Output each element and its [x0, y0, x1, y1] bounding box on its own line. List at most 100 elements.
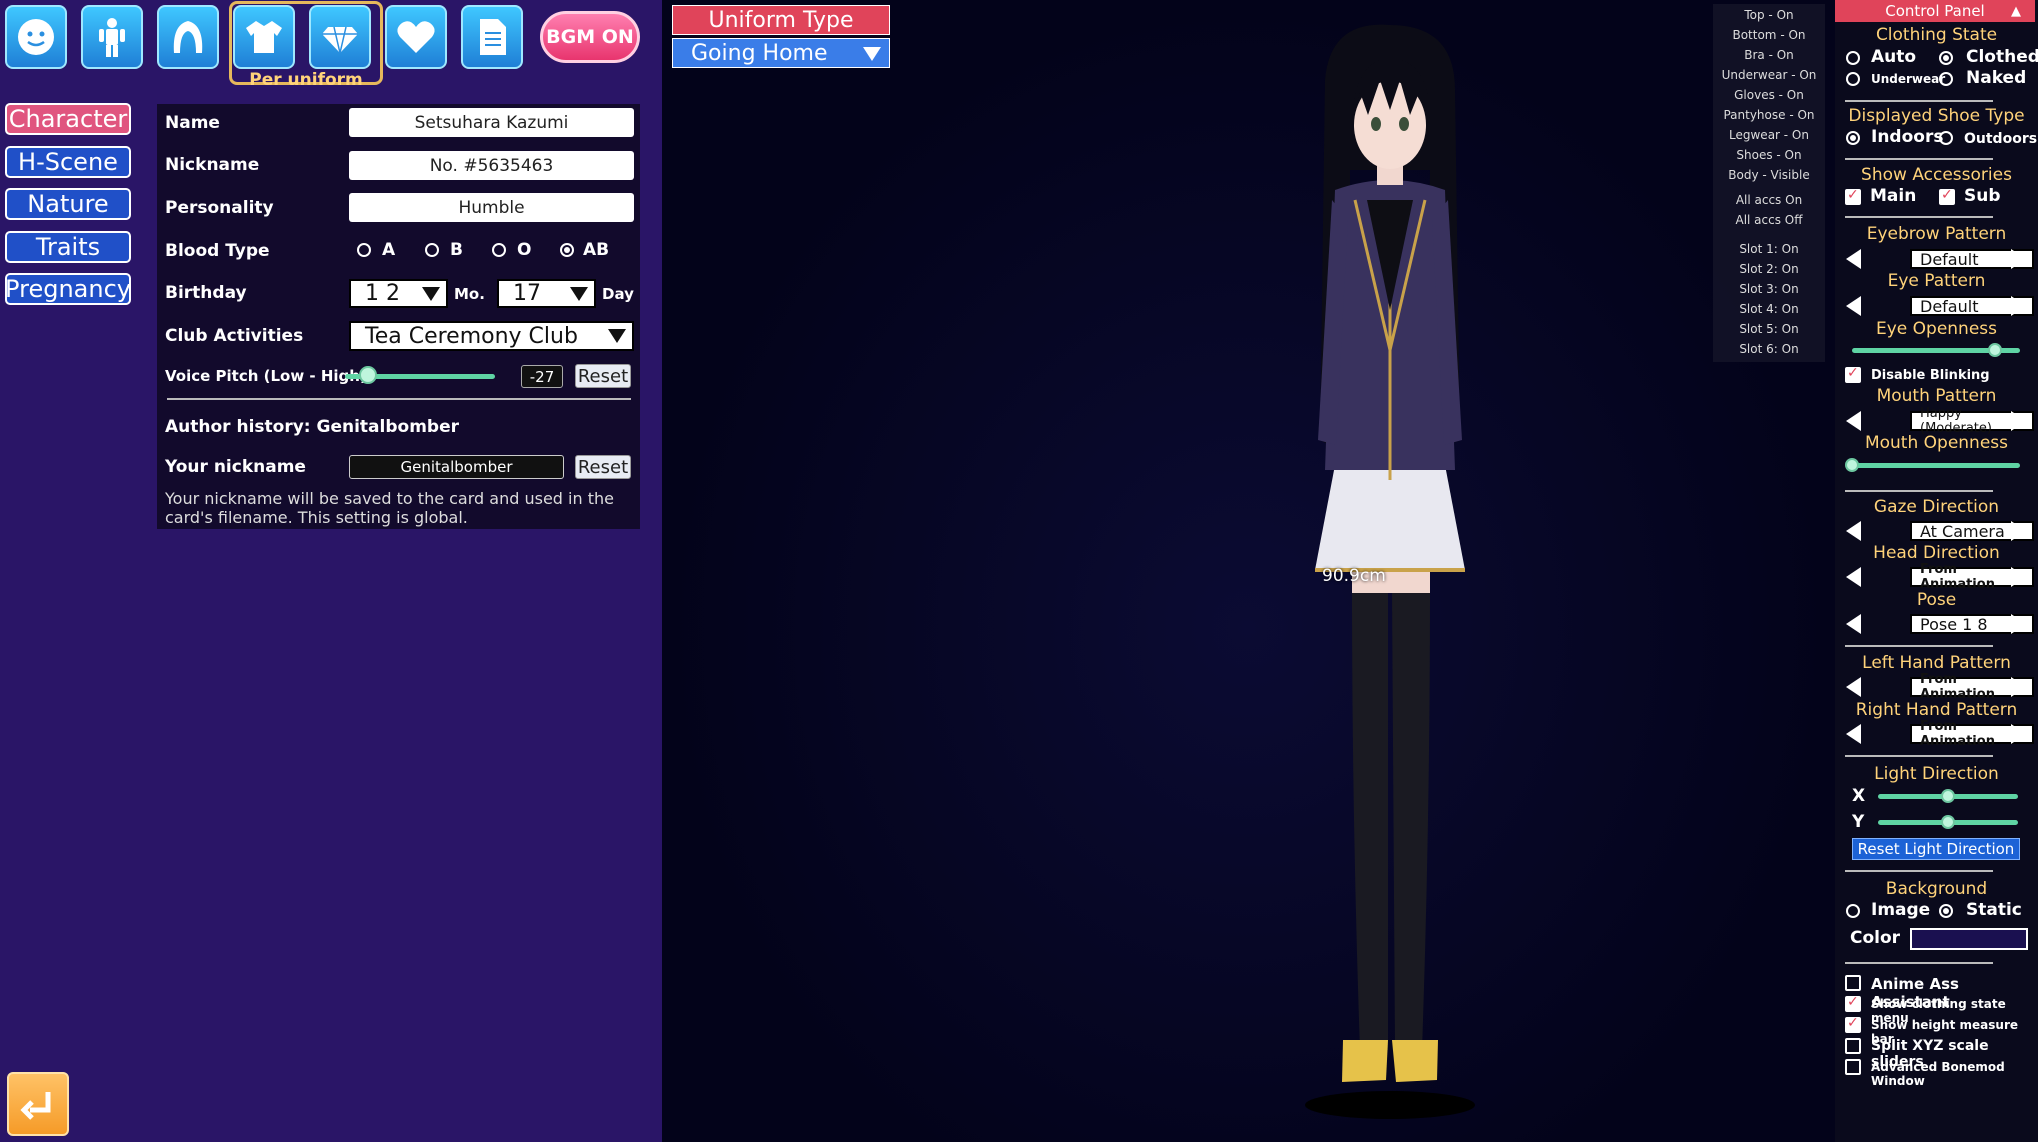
voice-pitch-knob[interactable]: [358, 366, 377, 384]
eye-pattern-title: Eye Pattern: [1887, 271, 1986, 291]
shoe-radio-indoors[interactable]: [1846, 131, 1860, 145]
control-panel-header[interactable]: Control Panel ▲: [1835, 0, 2035, 22]
slot-3[interactable]: Slot 3: On: [1713, 282, 1825, 296]
blood-label-a: A: [382, 240, 396, 260]
advanced-bonemod-checkbox[interactable]: [1845, 1059, 1861, 1075]
eye-prev-icon[interactable]: [1846, 296, 1861, 316]
accessories-main-checkbox[interactable]: [1845, 187, 1861, 205]
mouth-openness-track[interactable]: [1852, 463, 2020, 468]
background-color-swatch[interactable]: [1910, 928, 2028, 950]
state-shoes[interactable]: Shoes - On: [1713, 148, 1825, 162]
bgm-toggle-button[interactable]: BGM ON: [540, 11, 640, 63]
collapse-icon[interactable]: ▲: [2011, 4, 2021, 19]
personality-field[interactable]: Humble: [349, 193, 634, 222]
document-icon[interactable]: [461, 5, 523, 69]
head-next-icon[interactable]: [2011, 567, 2026, 587]
mouth-openness-knob[interactable]: [1845, 458, 1859, 472]
bg-radio-image[interactable]: [1846, 904, 1860, 918]
blood-label-b: B: [450, 240, 463, 260]
eyebrow-next-icon[interactable]: [2011, 249, 2026, 269]
left-hand-next-icon[interactable]: [2011, 677, 2026, 697]
state-pantyhose[interactable]: Pantyhose - On: [1713, 108, 1825, 122]
blood-radio-b[interactable]: [425, 243, 439, 257]
disable-blinking-checkbox[interactable]: [1845, 365, 1861, 383]
slot-4[interactable]: Slot 4: On: [1713, 302, 1825, 316]
reset-light-button[interactable]: Reset Light Direction: [1852, 838, 2020, 860]
slot-6[interactable]: Slot 6: On: [1713, 342, 1825, 356]
split-xyz-checkbox[interactable]: [1845, 1038, 1861, 1054]
clothing-radio-naked[interactable]: [1939, 72, 1953, 86]
shoe-label-outdoors: Outdoors: [1964, 131, 2038, 147]
all-accs-on[interactable]: All accs On: [1713, 193, 1825, 207]
nickname-field[interactable]: No. #5635463: [349, 151, 634, 180]
slot-1[interactable]: Slot 1: On: [1713, 242, 1825, 256]
birthday-day-dropdown[interactable]: 17: [497, 279, 596, 308]
slot-5[interactable]: Slot 5: On: [1713, 322, 1825, 336]
state-legwear[interactable]: Legwear - On: [1713, 128, 1825, 142]
all-accs-off[interactable]: All accs Off: [1713, 213, 1825, 227]
nickname-reset-button[interactable]: Reset: [575, 455, 631, 479]
heart-icon[interactable]: [385, 5, 447, 69]
chevron-down-icon: [608, 329, 626, 343]
anime-ass-checkbox[interactable]: [1845, 975, 1861, 991]
chevron-down-icon: [422, 286, 440, 301]
voice-pitch-value[interactable]: -27: [521, 365, 563, 388]
blood-label-ab: AB: [583, 240, 610, 260]
right-hand-prev-icon[interactable]: [1846, 724, 1861, 744]
clothing-radio-underwear[interactable]: [1846, 72, 1860, 86]
shoe-radio-outdoors[interactable]: [1939, 131, 1953, 145]
nav-pregnancy[interactable]: Pregnancy: [5, 273, 131, 305]
month-unit: Mo.: [454, 285, 485, 303]
uniform-type-dropdown[interactable]: Going Home: [672, 38, 890, 68]
mouth-next-icon[interactable]: [2011, 411, 2026, 431]
light-y-knob[interactable]: [1941, 815, 1955, 829]
your-nickname-field[interactable]: Genitalbomber: [349, 455, 564, 479]
voice-reset-button[interactable]: Reset: [575, 364, 631, 388]
your-nickname-label: Your nickname: [165, 457, 306, 477]
show-height-bar-checkbox[interactable]: [1845, 1015, 1861, 1033]
blood-radio-ab[interactable]: [560, 243, 574, 257]
gaze-next-icon[interactable]: [2011, 521, 2026, 541]
uniform-type-title: Uniform Type: [672, 5, 890, 35]
blood-radio-a[interactable]: [357, 243, 371, 257]
nav-traits[interactable]: Traits: [5, 231, 131, 263]
club-dropdown[interactable]: Tea Ceremony Club: [349, 321, 634, 351]
state-gloves[interactable]: Gloves - On: [1713, 88, 1825, 102]
state-underwear[interactable]: Underwear - On: [1713, 68, 1825, 82]
show-clothing-menu-checkbox[interactable]: [1845, 994, 1861, 1012]
face-icon[interactable]: [5, 5, 67, 69]
hair-icon[interactable]: [157, 5, 219, 69]
light-x-knob[interactable]: [1941, 789, 1955, 803]
slot-2[interactable]: Slot 2: On: [1713, 262, 1825, 276]
state-bottom[interactable]: Bottom - On: [1713, 28, 1825, 42]
accessories-sub-checkbox[interactable]: [1939, 187, 1955, 205]
pose-next-icon[interactable]: [2011, 614, 2026, 634]
bg-radio-static[interactable]: [1939, 904, 1953, 918]
blood-radio-o[interactable]: [492, 243, 506, 257]
right-hand-next-icon[interactable]: [2011, 724, 2026, 744]
body-icon[interactable]: [81, 5, 143, 69]
clothing-label-underwear: Underwear: [1871, 72, 1946, 86]
state-bra[interactable]: Bra - On: [1713, 48, 1825, 62]
nav-h-scene[interactable]: H-Scene: [5, 146, 131, 178]
eyebrow-title: Eyebrow Pattern: [1866, 224, 2007, 244]
state-top[interactable]: Top - On: [1713, 8, 1825, 22]
nav-character[interactable]: Character: [5, 103, 131, 135]
club-label: Club Activities: [165, 326, 304, 346]
eyebrow-prev-icon[interactable]: [1846, 249, 1861, 269]
nav-nature[interactable]: Nature: [5, 188, 131, 220]
eye-next-icon[interactable]: [2011, 296, 2026, 316]
clothing-radio-clothed[interactable]: [1939, 51, 1953, 65]
clothing-radio-auto[interactable]: [1846, 51, 1860, 65]
gaze-prev-icon[interactable]: [1846, 521, 1861, 541]
name-field[interactable]: Setsuhara Kazumi: [349, 108, 634, 137]
light-y-label: Y: [1852, 812, 1865, 832]
birthday-month-dropdown[interactable]: 1 2: [349, 279, 448, 308]
head-prev-icon[interactable]: [1846, 567, 1861, 587]
state-body[interactable]: Body - Visible: [1713, 168, 1825, 182]
mouth-prev-icon[interactable]: [1846, 411, 1861, 431]
back-button[interactable]: [7, 1072, 69, 1136]
eye-openness-knob[interactable]: [1987, 343, 2002, 357]
pose-prev-icon[interactable]: [1846, 614, 1861, 634]
left-hand-prev-icon[interactable]: [1846, 677, 1861, 697]
